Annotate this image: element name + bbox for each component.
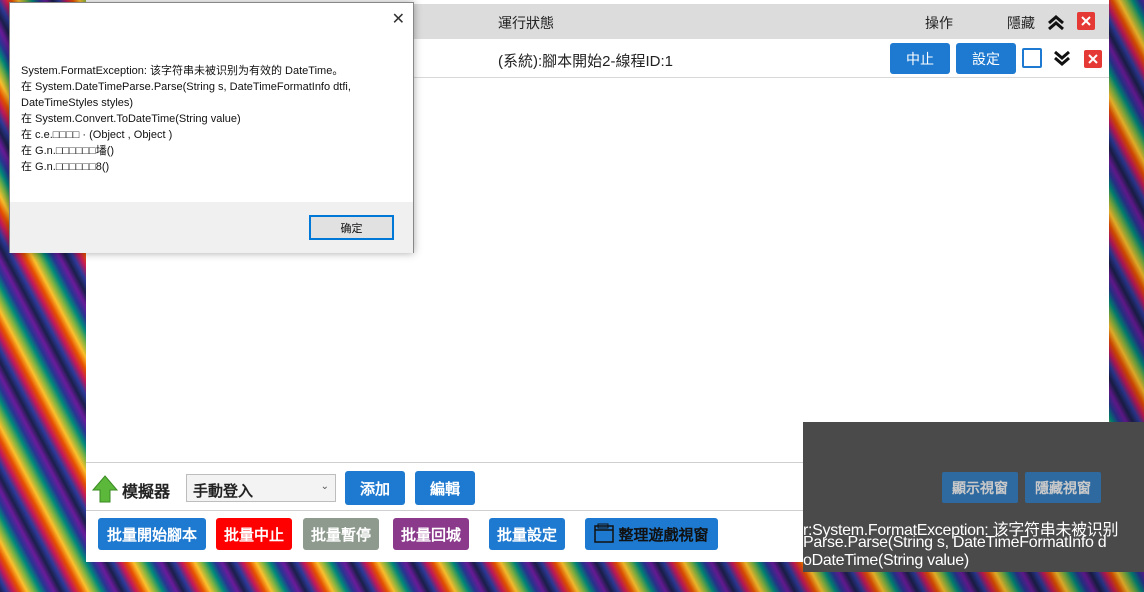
error-line: DateTimeStyles styles) [21,97,134,109]
error-message: System.FormatException: 该字符串未被识别为有效的 Dat… [21,63,406,175]
dialog-footer: 确定 [10,202,413,253]
error-line: 在 c.e.□□□□ · (Object , Object ) [21,129,173,141]
expand-icon[interactable] [1052,48,1072,72]
close-icon[interactable]: ✕ [392,9,405,29]
collapse-all-icon[interactable] [1046,13,1066,36]
window-icon [594,523,616,545]
error-line: 在 G.n.□□□□□□墦() [21,145,115,157]
error-line: 在 System.Convert.ToDateTime(String value… [21,113,241,125]
batch-start-button[interactable]: 批量開始腳本 [98,518,206,550]
header-close-icon[interactable] [1077,12,1095,30]
upload-arrow-icon [91,474,119,509]
simulator-label: 模擬器 [122,484,171,501]
batch-settings-button[interactable]: 批量設定 [489,518,565,550]
chevron-down-icon: ⌄ [320,481,329,492]
overlay-log-line: Parse.Parse(String s, DateTimeFormatInfo… [803,534,1107,551]
error-dialog: ✕ System.FormatException: 该字符串未被识别为有效的 D… [9,2,414,253]
batch-stop-button[interactable]: 批量中止 [216,518,292,550]
row-hide-checkbox[interactable] [1022,48,1042,68]
hide-column-header: 隱藏 [1007,15,1035,31]
log-overlay-panel: 顯示視窗 隱藏視窗 r:System.FormatException: 该字符串… [803,422,1144,572]
arrange-windows-label: 整理遊戲視窗 [618,526,709,544]
error-line: 在 G.n.□□□□□□8() [21,161,110,173]
simulator-select-value: 手動登入 [193,483,254,500]
simulator-select[interactable]: 手動登入 ⌄ [186,474,336,502]
status-column-header: 運行狀態 [498,15,554,31]
settings-button[interactable]: 設定 [956,43,1016,74]
hide-window-button[interactable]: 隱藏視窗 [1025,472,1101,503]
stop-button[interactable]: 中止 [890,43,950,74]
batch-pause-button[interactable]: 批量暫停 [303,518,379,550]
batch-return-button[interactable]: 批量回城 [393,518,469,550]
error-line: System.FormatException: 该字符串未被识别为有效的 Dat… [21,65,344,77]
ok-button[interactable]: 确定 [309,215,394,240]
action-column-header: 操作 [925,15,953,31]
error-line: 在 System.DateTimeParse.Parse(String s, D… [21,81,351,93]
overlay-log-line: oDateTime(String value) [803,552,969,569]
add-button[interactable]: 添加 [345,471,405,505]
row-close-icon[interactable] [1084,50,1102,68]
arrange-windows-button[interactable]: 整理遊戲視窗 [585,518,718,550]
row-status-text: (系統):腳本開始2-線程ID:1 [498,53,674,70]
show-window-button[interactable]: 顯示視窗 [942,472,1018,503]
edit-button[interactable]: 編輯 [415,471,475,505]
